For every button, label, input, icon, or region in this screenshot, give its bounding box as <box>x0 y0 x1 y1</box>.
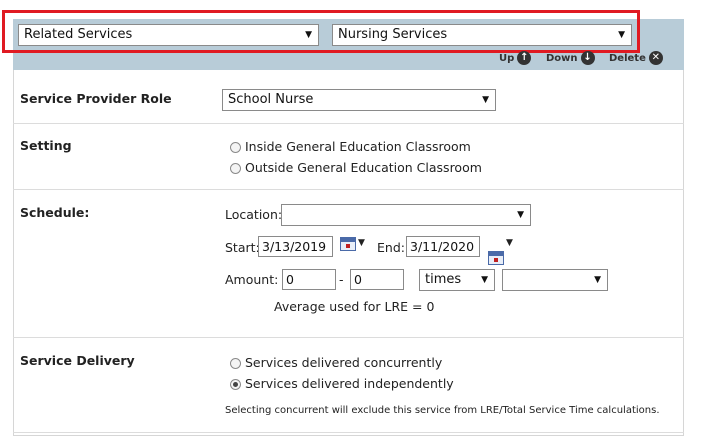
amount-label: Amount: <box>225 272 279 287</box>
service-delivery-label: Service Delivery <box>20 353 135 368</box>
delivery-option-concurrent[interactable]: Services delivered concurrently <box>230 355 442 370</box>
chevron-down-icon[interactable]: ▼ <box>358 238 365 248</box>
lre-average-text: Average used for LRE = 0 <box>274 299 435 314</box>
delete-button[interactable]: Delete ✕ <box>609 51 663 65</box>
setting-option-label: Outside General Education Classroom <box>245 160 482 175</box>
calendar-icon[interactable] <box>488 251 504 265</box>
move-down-button[interactable]: Down ↓ <box>546 51 595 65</box>
radio-button[interactable] <box>230 163 241 174</box>
chevron-down-icon: ▼ <box>481 275 488 285</box>
delete-label: Delete <box>609 53 646 64</box>
chevron-down-icon: ▼ <box>482 95 489 105</box>
highlight-box <box>2 10 640 53</box>
concurrent-note: Selecting concurrent will exclude this s… <box>225 405 660 416</box>
setting-option-outside[interactable]: Outside General Education Classroom <box>230 160 482 175</box>
delivery-option-label: Services delivered concurrently <box>245 355 443 370</box>
section-divider <box>13 189 684 190</box>
chevron-down-icon[interactable]: ▼ <box>506 238 513 248</box>
section-divider <box>13 337 684 338</box>
delivery-option-label: Services delivered independently <box>245 376 454 391</box>
location-label: Location: <box>225 207 283 222</box>
start-date-input[interactable]: 3/13/2019 <box>258 236 333 257</box>
move-up-label: Up <box>499 53 515 64</box>
setting-label: Setting <box>20 138 72 153</box>
setting-option-inside[interactable]: Inside General Education Classroom <box>230 139 471 154</box>
amount-separator: - <box>339 272 344 287</box>
radio-button[interactable] <box>230 142 241 153</box>
radio-button[interactable] <box>230 358 241 369</box>
provider-role-label: Service Provider Role <box>20 91 172 106</box>
arrow-up-icon: ↑ <box>517 51 532 65</box>
amount-unit-select[interactable]: times ▼ <box>419 269 495 291</box>
chevron-down-icon: ▼ <box>594 275 601 285</box>
amount-unit-value: times <box>425 272 462 287</box>
provider-role-select[interactable]: School Nurse ▼ <box>222 89 496 111</box>
provider-role-value: School Nurse <box>228 92 314 107</box>
location-select[interactable]: ▼ <box>281 204 531 226</box>
close-icon: ✕ <box>648 51 663 65</box>
move-down-label: Down <box>546 53 578 64</box>
section-divider <box>13 123 684 124</box>
delivery-option-independent[interactable]: Services delivered independently <box>230 376 454 391</box>
radio-button-selected[interactable] <box>230 379 241 390</box>
end-date-input[interactable]: 3/11/2020 <box>406 236 480 257</box>
start-label: Start: <box>225 240 260 255</box>
amount-from-input[interactable]: 0 <box>282 269 336 290</box>
calendar-icon[interactable] <box>340 237 356 251</box>
amount-to-input[interactable]: 0 <box>350 269 404 290</box>
section-divider <box>13 432 684 433</box>
move-up-button[interactable]: Up ↑ <box>499 51 532 65</box>
schedule-label: Schedule: <box>20 205 90 220</box>
setting-option-label: Inside General Education Classroom <box>245 139 471 154</box>
frequency-select[interactable]: ▼ <box>502 269 608 291</box>
arrow-down-icon: ↓ <box>580 51 595 65</box>
end-label: End: <box>377 240 405 255</box>
chevron-down-icon: ▼ <box>517 210 524 220</box>
